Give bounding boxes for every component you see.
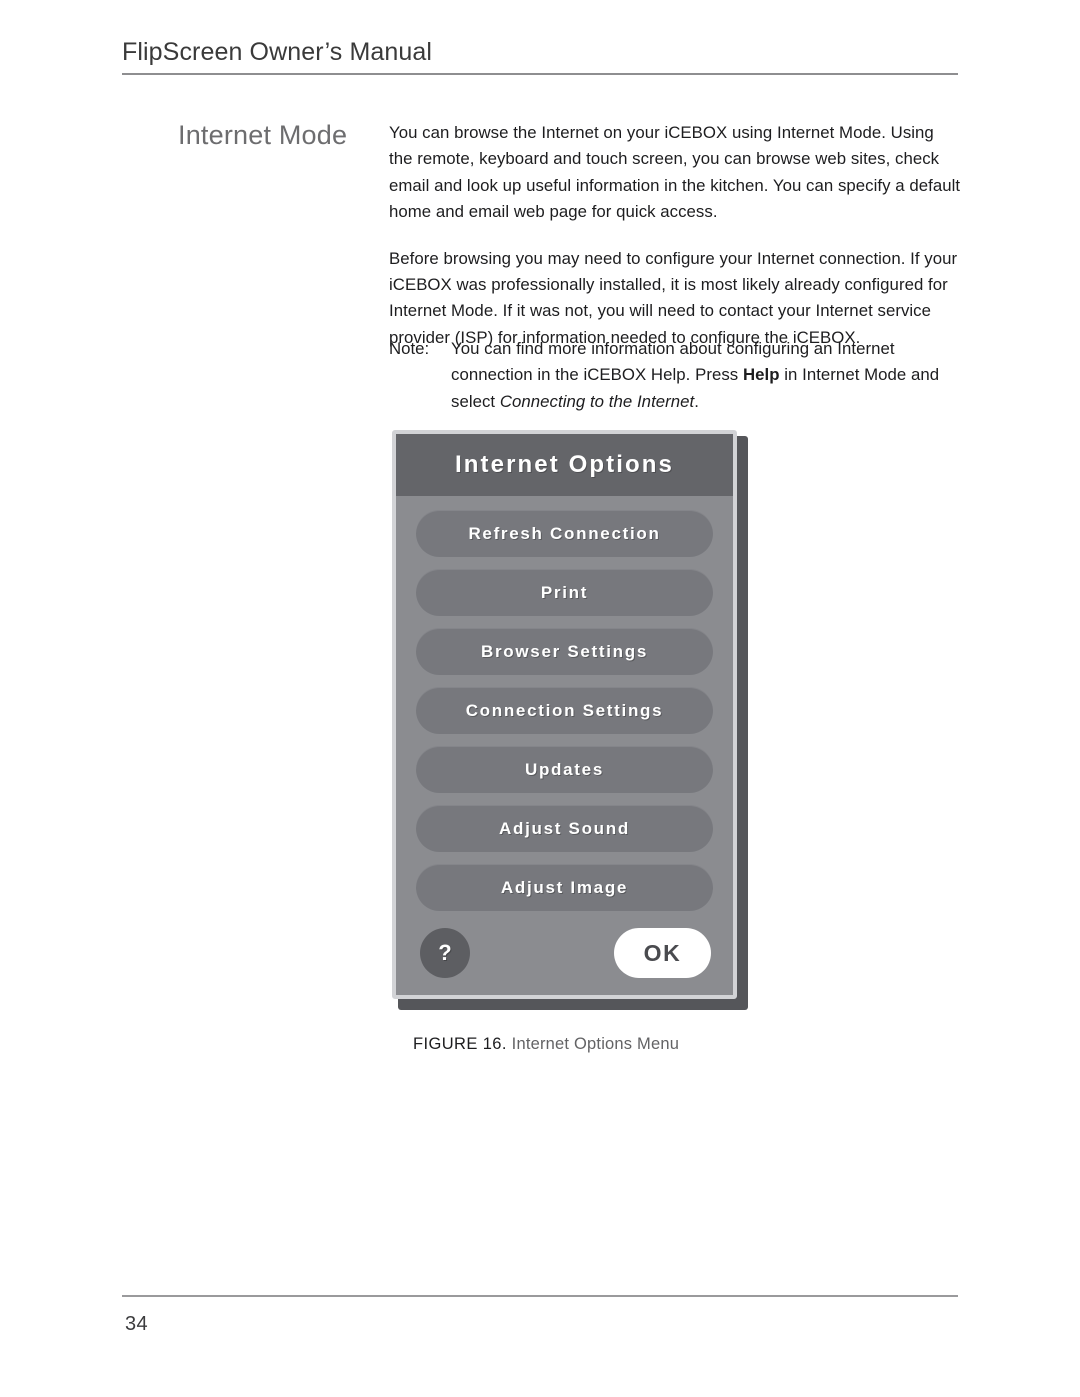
section-title: Internet Mode bbox=[178, 120, 348, 150]
menu-button-label: Browser Settings bbox=[480, 641, 648, 661]
footer-rule bbox=[122, 1295, 958, 1297]
menu-button-label: Adjust Image bbox=[500, 877, 629, 897]
menu-button-updates[interactable]: Updates bbox=[416, 746, 713, 793]
dialog-footer: ? OK bbox=[416, 923, 713, 983]
manual-page: FlipScreen Owner’s Manual Internet Mode … bbox=[0, 0, 1080, 1397]
dialog-title: Internet Options bbox=[455, 451, 674, 478]
body-column: You can browse the Internet on your iCEB… bbox=[389, 120, 961, 371]
ok-button[interactable]: OK bbox=[614, 928, 711, 978]
body-paragraph-1: You can browse the Internet on your iCEB… bbox=[389, 123, 961, 222]
menu-button-label: Connection Settings bbox=[465, 700, 664, 720]
running-header-title: FlipScreen Owner’s Manual bbox=[122, 38, 433, 66]
menu-button-browser-settings[interactable]: Browser Settings bbox=[416, 628, 713, 675]
menu-button-connection-settings[interactable]: Connection Settings bbox=[416, 687, 713, 734]
menu-button-print[interactable]: Print bbox=[416, 569, 713, 616]
note-italic-term: Connecting to the Internet bbox=[499, 391, 695, 411]
menu-button-label: Adjust Sound bbox=[499, 818, 630, 838]
menu-button-label: Print bbox=[540, 582, 589, 602]
menu-button-label: Updates bbox=[525, 759, 604, 779]
note-block: Note: You can find more information abou… bbox=[389, 336, 961, 415]
figure-caption: FIGURE 16. Internet Options Menu bbox=[413, 1035, 679, 1054]
menu-button-label: Refresh Connection bbox=[468, 523, 661, 543]
help-button[interactable]: ? bbox=[420, 928, 470, 978]
header-rule bbox=[122, 73, 958, 75]
menu-button-adjust-image[interactable]: Adjust Image bbox=[416, 864, 713, 911]
figure-caption-label: Internet Options Menu bbox=[511, 1035, 680, 1053]
internet-options-dialog: Internet Options Refresh Connection Prin… bbox=[392, 430, 737, 999]
figure-number: FIGURE 16. bbox=[413, 1035, 507, 1053]
note-bold-term: Help bbox=[742, 365, 780, 385]
menu-button-adjust-sound[interactable]: Adjust Sound bbox=[416, 805, 713, 852]
question-mark-icon: ? bbox=[438, 940, 452, 965]
ok-button-label: OK bbox=[643, 939, 682, 966]
note-body: You can find more information about conf… bbox=[451, 336, 961, 415]
dialog-header: Internet Options bbox=[396, 434, 733, 496]
note-text-part-3: . bbox=[694, 391, 699, 411]
page-number: 34 bbox=[125, 1313, 149, 1335]
menu-button-refresh-connection[interactable]: Refresh Connection bbox=[416, 510, 713, 557]
internet-options-dialog-figure: Internet Options Refresh Connection Prin… bbox=[392, 430, 748, 1010]
dialog-menu-list: Refresh Connection Print Browser Setting… bbox=[396, 496, 733, 983]
note-label: Note: bbox=[389, 339, 430, 358]
